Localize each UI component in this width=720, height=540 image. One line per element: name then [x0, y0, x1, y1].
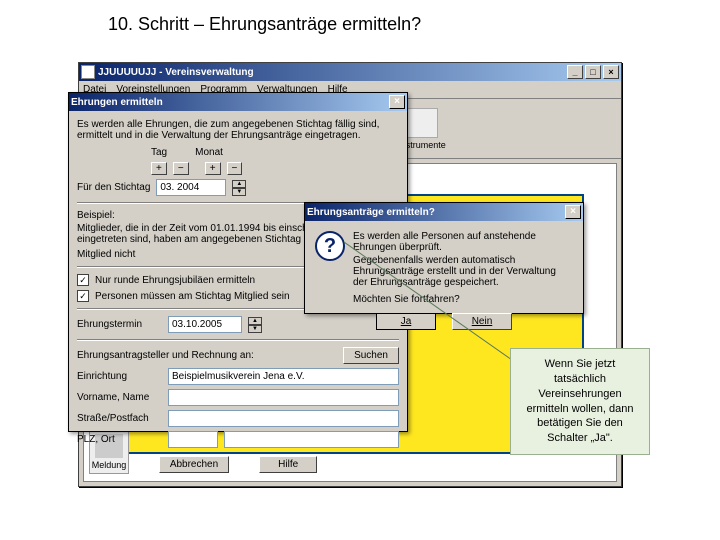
- einrichtung-label: Einrichtung: [77, 371, 162, 382]
- tag-plus[interactable]: +: [151, 162, 167, 175]
- close-button[interactable]: ×: [603, 65, 619, 79]
- maximize-button[interactable]: □: [585, 65, 601, 79]
- minimize-button[interactable]: _: [567, 65, 583, 79]
- abbrechen-button[interactable]: Abbrechen: [159, 456, 229, 473]
- tag-minus[interactable]: −: [173, 162, 189, 175]
- stichtag-label: Für den Stichtag: [77, 182, 150, 193]
- chk1-label: Nur runde Ehrungsjubiläen ermitteln: [95, 275, 255, 286]
- ja-button[interactable]: Ja: [376, 313, 436, 330]
- termin-spinner[interactable]: ▲▼: [248, 317, 262, 333]
- vorname-label: Vorname, Name: [77, 392, 162, 403]
- dlg2-title: Ehrungsanträge ermitteln?: [307, 207, 435, 218]
- ort-input[interactable]: [224, 431, 399, 448]
- rechnung-label: Ehrungsantragsteller und Rechnung an:: [77, 350, 254, 361]
- dlg2-text2: Gegebenenfalls werden automatisch Ehrung…: [353, 255, 573, 288]
- dlg2-text1: Es werden alle Personen auf anstehende E…: [353, 231, 573, 253]
- slide-title: 10. Schritt – Ehrungsanträge ermitteln?: [0, 0, 720, 35]
- suchen-button[interactable]: Suchen: [343, 347, 399, 364]
- callout-text: Wenn Sie jetzt tatsächlich Vereinsehrung…: [526, 358, 633, 444]
- vorname-input[interactable]: [168, 389, 399, 406]
- chk2-label: Personen müssen am Stichtag Mitglied sei…: [95, 291, 290, 302]
- dlg1-titlebar: Ehrungen ermitteln ×: [69, 93, 407, 111]
- tag-label: Tag: [151, 147, 167, 158]
- monat-plus[interactable]: +: [205, 162, 221, 175]
- strasse-label: Straße/Postfach: [77, 413, 162, 424]
- question-icon: ?: [315, 231, 345, 261]
- einrichtung-input[interactable]: [168, 368, 399, 385]
- stichtag-input[interactable]: [156, 179, 226, 196]
- plz-label: PLZ, Ort: [77, 434, 162, 445]
- stichtag-spinner[interactable]: ▲▼: [232, 180, 246, 196]
- hilfe-button[interactable]: Hilfe: [259, 456, 317, 473]
- monat-minus[interactable]: −: [227, 162, 243, 175]
- chk-runde-jubilaen[interactable]: ✓: [77, 274, 89, 286]
- dlg1-intro: Es werden alle Ehrungen, die zum angegeb…: [77, 119, 399, 141]
- strasse-input[interactable]: [168, 410, 399, 427]
- dlg2-titlebar: Ehrungsanträge ermitteln? ×: [305, 203, 583, 221]
- callout-box: Wenn Sie jetzt tatsächlich Vereinsehrung…: [510, 348, 650, 455]
- nein-button[interactable]: Nein: [452, 313, 512, 330]
- monat-label: Monat: [195, 147, 223, 158]
- main-titlebar: JJUUUUUJJ - Vereinsverwaltung _ □ ×: [79, 63, 621, 81]
- chk-mitglied-stichtag[interactable]: ✓: [77, 290, 89, 302]
- dlg2-prompt: Möchten Sie fortfahren?: [353, 294, 573, 305]
- dlg2-close-button[interactable]: ×: [565, 205, 581, 219]
- termin-label: Ehrungstermin: [77, 319, 162, 330]
- plz-input[interactable]: [168, 431, 218, 448]
- dlg1-title: Ehrungen ermitteln: [71, 97, 163, 108]
- dialog-confirm: Ehrungsanträge ermitteln? × ? Es werden …: [304, 202, 584, 314]
- main-window-title: JJUUUUUJJ - Vereinsverwaltung: [98, 67, 254, 78]
- app-icon: [81, 65, 95, 79]
- termin-input[interactable]: [168, 316, 242, 333]
- dlg1-close-button[interactable]: ×: [389, 95, 405, 109]
